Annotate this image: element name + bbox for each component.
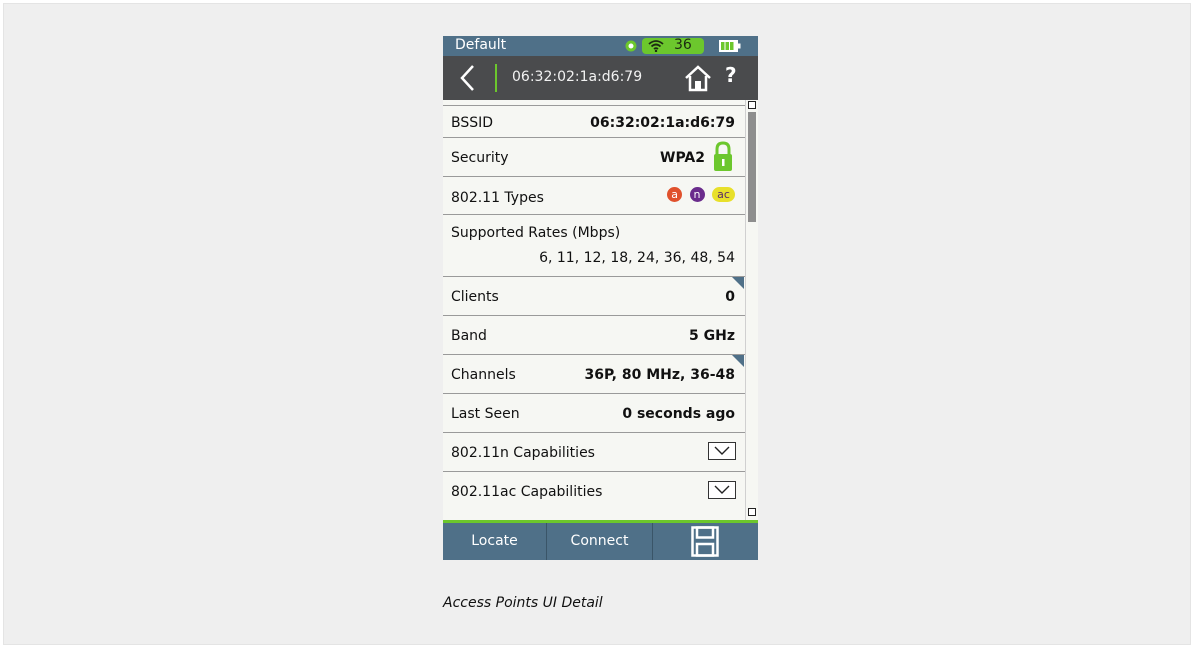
channels-row[interactable]: Channels 36P, 80 MHz, 36-48: [443, 355, 745, 394]
device-screen: Default 36 06:32:02:1a:d6:79 ? BSSID 06:…: [443, 36, 758, 560]
rates-value: 6, 11, 12, 18, 24, 36, 48, 54: [539, 250, 735, 266]
n-capabilities-expand-button[interactable]: [708, 442, 736, 460]
ap-detail-list: BSSID 06:32:02:1a:d6:79 Security WPA2 80…: [443, 100, 745, 520]
gps-icon: [625, 40, 637, 52]
type-badge-ac: ac: [712, 187, 735, 202]
help-button[interactable]: ?: [725, 63, 737, 87]
security-value: WPA2: [660, 150, 705, 166]
home-icon[interactable]: [684, 64, 712, 92]
bssid-value: 06:32:02:1a:d6:79: [590, 115, 735, 131]
save-icon: [691, 526, 719, 557]
ac-capabilities-expand-button[interactable]: [708, 481, 736, 499]
types-label: 802.11 Types: [451, 190, 544, 206]
profile-name[interactable]: Default: [455, 37, 506, 53]
channels-value: 36P, 80 MHz, 36-48: [584, 367, 736, 383]
security-row: Security WPA2: [443, 138, 745, 177]
last-seen-label: Last Seen: [451, 406, 520, 422]
type-badge-n: n: [689, 187, 705, 202]
last-seen-value: 0 seconds ago: [622, 406, 735, 422]
nav-divider: [495, 64, 497, 92]
status-bar: Default 36: [443, 36, 758, 56]
back-arrow-icon[interactable]: [457, 62, 479, 94]
rates-label: Supported Rates (Mbps): [451, 225, 621, 241]
band-row: Band 5 GHz: [443, 316, 745, 355]
locate-button[interactable]: Locate: [443, 523, 547, 560]
bssid-label: BSSID: [451, 115, 494, 131]
figure-caption: Access Points UI Detail: [443, 595, 603, 611]
type-badge-a: a: [667, 187, 683, 202]
n-capabilities-row[interactable]: 802.11n Capabilities: [443, 433, 745, 472]
channels-drilldown-flag: [732, 355, 744, 367]
rates-row: Supported Rates (Mbps) 6, 11, 12, 18, 24…: [443, 215, 745, 277]
bssid-row: BSSID 06:32:02:1a:d6:79: [443, 105, 745, 138]
ac-capabilities-row[interactable]: 802.11ac Capabilities: [443, 472, 745, 511]
clients-value: 0: [725, 289, 735, 305]
nav-bar: 06:32:02:1a:d6:79 ?: [443, 56, 758, 100]
security-label: Security: [451, 150, 509, 166]
nav-title: 06:32:02:1a:d6:79: [512, 69, 643, 85]
scrollbar[interactable]: [745, 100, 758, 520]
types-badges: a n ac: [667, 186, 735, 202]
clients-row[interactable]: Clients 0: [443, 277, 745, 316]
clients-label: Clients: [451, 289, 499, 305]
types-row: 802.11 Types a n ac: [443, 177, 745, 215]
clients-drilldown-flag: [732, 277, 744, 289]
connect-button[interactable]: Connect: [547, 523, 653, 560]
channels-label: Channels: [451, 367, 516, 383]
last-seen-row: Last Seen 0 seconds ago: [443, 394, 745, 433]
wifi-channel: 36: [674, 37, 692, 53]
band-value: 5 GHz: [689, 328, 735, 344]
scroll-down-arrow[interactable]: [748, 508, 756, 516]
ac-capabilities-label: 802.11ac Capabilities: [451, 484, 603, 500]
wifi-status-badge[interactable]: 36: [642, 37, 704, 54]
battery-icon: [719, 40, 741, 52]
n-capabilities-label: 802.11n Capabilities: [451, 445, 595, 461]
band-label: Band: [451, 328, 487, 344]
wifi-icon: [648, 40, 664, 52]
chevron-down-icon: [714, 485, 730, 494]
lock-icon: [714, 141, 732, 171]
scroll-thumb[interactable]: [748, 112, 756, 222]
chevron-down-icon: [714, 446, 730, 455]
scroll-up-arrow[interactable]: [748, 101, 756, 109]
save-button[interactable]: [653, 523, 758, 560]
bottom-toolbar: Locate Connect: [443, 523, 758, 560]
